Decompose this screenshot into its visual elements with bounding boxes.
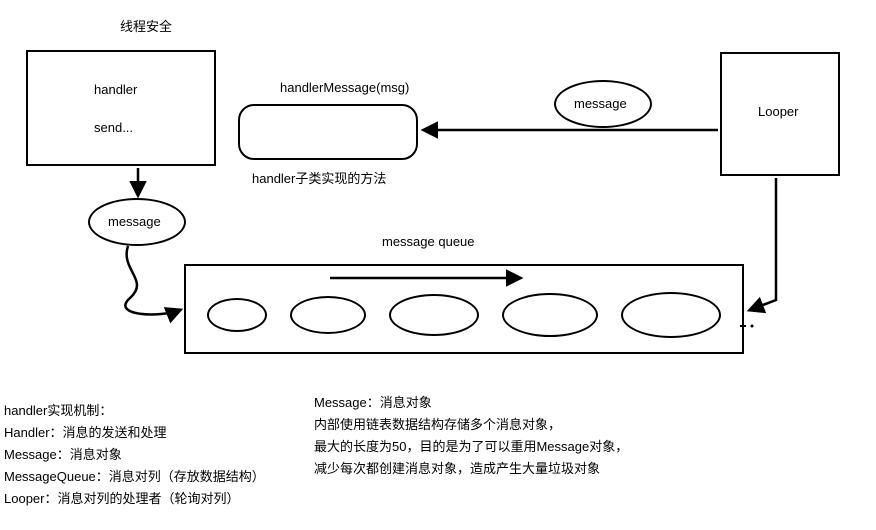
footer-left-line5: Looper：消息对列的处理者（轮询对列） xyxy=(4,488,265,510)
handler-box-line2: send... xyxy=(94,120,133,135)
queue-item-2 xyxy=(290,296,366,334)
footer-left-line1: handler实现机制： xyxy=(4,400,265,422)
handler-message-top-label: handlerMessage(msg) xyxy=(280,80,409,95)
message-ellipse-left-label: message xyxy=(108,214,161,229)
queue-item-5 xyxy=(621,292,721,338)
queue-item-4 xyxy=(502,293,598,337)
handler-box: handler send... xyxy=(26,50,216,166)
queue-item-1 xyxy=(207,298,267,332)
footer-left-line2: Handler：消息的发送和处理 xyxy=(4,422,265,444)
looper-box-label: Looper xyxy=(758,104,798,119)
footer-right-line1: Message：消息对象 xyxy=(314,392,628,414)
title-thread-safe: 线程安全 xyxy=(120,16,172,35)
footer-right-line4: 减少每次都创建消息对象，造成产生大量垃圾对象 xyxy=(314,458,628,480)
queue-item-3 xyxy=(389,294,479,336)
footer-right-line3: 最大的长度为50，目的是为了可以重用Message对象， xyxy=(314,436,628,458)
message-queue-label: message queue xyxy=(382,234,475,249)
message-ellipse-top-label: message xyxy=(574,96,627,111)
message-queue-inner xyxy=(196,290,732,340)
footer-left-line3: Message：消息对象 xyxy=(4,444,265,466)
handler-message-box xyxy=(238,104,418,160)
footer-right-line2: 内部使用链表数据结构存储多个消息对象， xyxy=(314,414,628,436)
handler-box-line1: handler xyxy=(94,82,137,97)
message-ellipse-top: message xyxy=(554,80,652,128)
footer-right: Message：消息对象 内部使用链表数据结构存储多个消息对象， 最大的长度为5… xyxy=(314,392,628,480)
looper-box: Looper xyxy=(720,52,840,176)
footer-left: handler实现机制： Handler：消息的发送和处理 Message：消息… xyxy=(4,400,265,510)
handler-message-bottom-label: handler子类实现的方法 xyxy=(252,168,386,187)
footer-left-line4: MessageQueue：消息对列（存放数据结构） xyxy=(4,466,265,488)
message-ellipse-left: message xyxy=(88,198,186,246)
